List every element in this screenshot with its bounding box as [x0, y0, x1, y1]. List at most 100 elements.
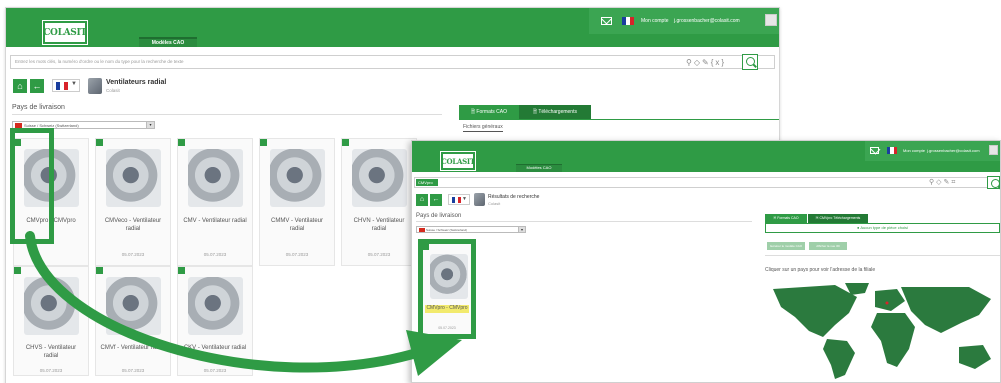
home-icon[interactable]: ⌂ — [416, 194, 428, 206]
product-card-label[interactable]: CMVeco - Ventilateur radial — [100, 218, 166, 233]
tab-cad-models[interactable]: Modèles CAO — [139, 37, 197, 47]
search-input[interactable]: Entrez les mots clés, la numéro d'ordre … — [15, 59, 183, 64]
product-thumbnail — [474, 193, 485, 206]
product-card[interactable]: CMVf - Ventilateur radial 05.07.2023 — [95, 266, 171, 376]
flag-ch-icon — [419, 228, 425, 232]
tab-cad-formats[interactable]: 🗎 Formats CAO — [765, 214, 807, 223]
logo-text: COLASIT — [43, 27, 87, 38]
search-tools-icons[interactable]: ⚲◇✎⌗ — [929, 178, 957, 187]
product-card-date: 05.07.2023 — [121, 252, 145, 257]
product-image — [270, 149, 325, 207]
home-icon[interactable]: ⌂ — [13, 79, 27, 93]
product-card-label[interactable]: CKV - Ventilateur radial — [182, 345, 248, 353]
tab-cad-formats[interactable]: 🗎 Formats CAO — [459, 105, 519, 119]
map-branch-marker — [885, 301, 889, 305]
product-card[interactable]: CKV - Ventilateur radial 05.07.2023 — [177, 266, 253, 376]
search-bar[interactable]: Entrez les mots clés, la numéro d'ordre … — [10, 54, 775, 70]
country-value: Suisse / Schweiz (Switzerland) — [426, 228, 468, 232]
divider — [12, 114, 442, 115]
cad-badge-icon — [178, 267, 185, 274]
back-arrow-icon[interactable]: ← — [430, 194, 442, 206]
product-card-date: 05.07.2023 — [285, 252, 309, 257]
product-image — [188, 277, 243, 335]
country-select[interactable]: Suisse / Schweiz (Switzerland) ▾ — [416, 226, 526, 233]
divider — [416, 221, 752, 222]
tab-downloads[interactable]: 🗎 Téléchargements — [519, 105, 591, 119]
product-card-date: 05.07.2023 — [367, 252, 391, 257]
chevron-down-icon: ▼ — [462, 196, 467, 202]
product-image — [106, 277, 161, 335]
cad-badge-icon — [96, 139, 103, 146]
product-image — [352, 149, 407, 207]
top-bar: COLASIT Modèles CAO Mon compte j.grossen… — [6, 8, 779, 47]
user-bar: Mon compte j.grossenbacher@colasit.com — [865, 141, 1000, 161]
product-image — [106, 149, 161, 207]
product-card-label[interactable]: CMV - Ventilateur radial — [182, 218, 248, 226]
search-tools-icons[interactable]: ⚲◇✎{x} — [686, 58, 726, 67]
world-map[interactable] — [765, 281, 997, 381]
user-email: j.grossenbacher@colasit.com — [674, 18, 740, 24]
delivery-country-label: Pays de livraison — [12, 104, 65, 111]
product-card-label[interactable]: CMVf - Ventilateur radial — [100, 345, 166, 353]
general-files-link[interactable]: Fichiers généraux — [463, 124, 503, 132]
cad-badge-icon — [96, 267, 103, 274]
product-card-label[interactable]: CMMV - Ventilateur radial — [264, 218, 330, 233]
search-icon[interactable] — [742, 54, 758, 70]
composite-screenshot: COLASIT Modèles CAO Mon compte j.grossen… — [0, 0, 1001, 383]
account-link[interactable]: Mon compte — [641, 18, 669, 24]
user-bar: Mon compte j.grossenbacher@colasit.com — [589, 8, 779, 34]
product-card[interactable]: CMV - Ventilateur radial 05.07.2023 — [177, 138, 253, 266]
product-card-date: 05.07.2023 — [438, 326, 456, 330]
mail-icon[interactable] — [601, 17, 612, 25]
product-image — [430, 254, 468, 299]
chevron-down-icon: ▾ — [146, 121, 155, 129]
product-card[interactable]: CMVpro - CMVpro 05.07.2023 — [418, 239, 476, 339]
search-icon[interactable] — [987, 176, 1000, 189]
language-select[interactable]: ▼ — [448, 194, 470, 205]
no-part-type-notice: ● Aucun type de pièce choisi — [765, 223, 1000, 233]
flag-fr-icon[interactable] — [887, 147, 897, 154]
flag-fr-icon — [56, 82, 68, 90]
divider — [765, 255, 1000, 256]
account-link[interactable]: Mon compte — [903, 148, 925, 153]
product-card-label[interactable]: CHVS - Ventilateur radial — [18, 345, 84, 360]
product-card[interactable]: CHVS - Ventilateur radial 05.07.2023 — [13, 266, 89, 376]
view-3d-button[interactable]: Afficher la vue 3D — [809, 242, 847, 250]
flag-fr-icon[interactable] — [622, 17, 634, 25]
colasit-logo[interactable]: COLASIT — [43, 21, 87, 44]
product-image — [188, 149, 243, 207]
product-thumbnail — [88, 78, 102, 94]
cad-badge-icon — [14, 267, 21, 274]
user-menu-button[interactable] — [765, 14, 777, 26]
results-manufacturer: Colasit — [488, 201, 501, 206]
generate-cad-button[interactable]: Générer le modèle CAO — [767, 242, 805, 250]
product-card-label[interactable]: CHVN - Ventilateur radial — [346, 218, 412, 233]
mail-icon[interactable] — [870, 147, 879, 154]
tabs-underline — [459, 119, 779, 120]
flag-fr-icon — [452, 197, 461, 203]
result-window: COLASIT Modèles CAO Mon compte j.grossen… — [411, 140, 1001, 383]
cad-badge-icon — [342, 139, 349, 146]
colasit-logo[interactable]: COLASIT — [441, 152, 475, 170]
product-title: Ventilateurs radial — [106, 79, 167, 86]
top-bar: COLASIT Modèles CAO Mon compte j.grossen… — [412, 141, 1000, 172]
tab-downloads[interactable]: 🗎 CMVpro Téléchargements — [808, 214, 868, 223]
product-card[interactable]: CHVN - Ventilateur radial 05.07.2023 — [341, 138, 417, 266]
product-card-date: 05.07.2023 — [203, 368, 227, 373]
delivery-country-label: Pays de livraison — [416, 213, 462, 219]
back-arrow-icon[interactable]: ← — [30, 79, 44, 93]
language-select[interactable]: ▼ — [52, 79, 80, 92]
map-caption: Cliquer sur un pays pour voir l'adresse … — [765, 267, 876, 273]
product-card-label[interactable]: CMVpro - CMVpro — [425, 305, 469, 313]
product-card[interactable]: CMVeco - Ventilateur radial 05.07.2023 — [95, 138, 171, 266]
logo-text: COLASIT — [441, 156, 475, 166]
user-menu-button[interactable] — [989, 145, 998, 155]
product-manufacturer: Colasit — [106, 88, 120, 93]
product-card[interactable]: CMMV - Ventilateur radial 05.07.2023 — [259, 138, 335, 266]
highlight-frame — [10, 128, 54, 244]
search-input[interactable]: CMVpro — [416, 179, 438, 186]
product-card-date: 05.07.2023 — [39, 368, 63, 373]
cad-badge-icon — [423, 244, 429, 250]
tab-cad-models[interactable]: Modèles CAO — [516, 164, 562, 172]
search-bar[interactable]: CMVpro ⚲◇✎⌗ — [414, 176, 1000, 189]
